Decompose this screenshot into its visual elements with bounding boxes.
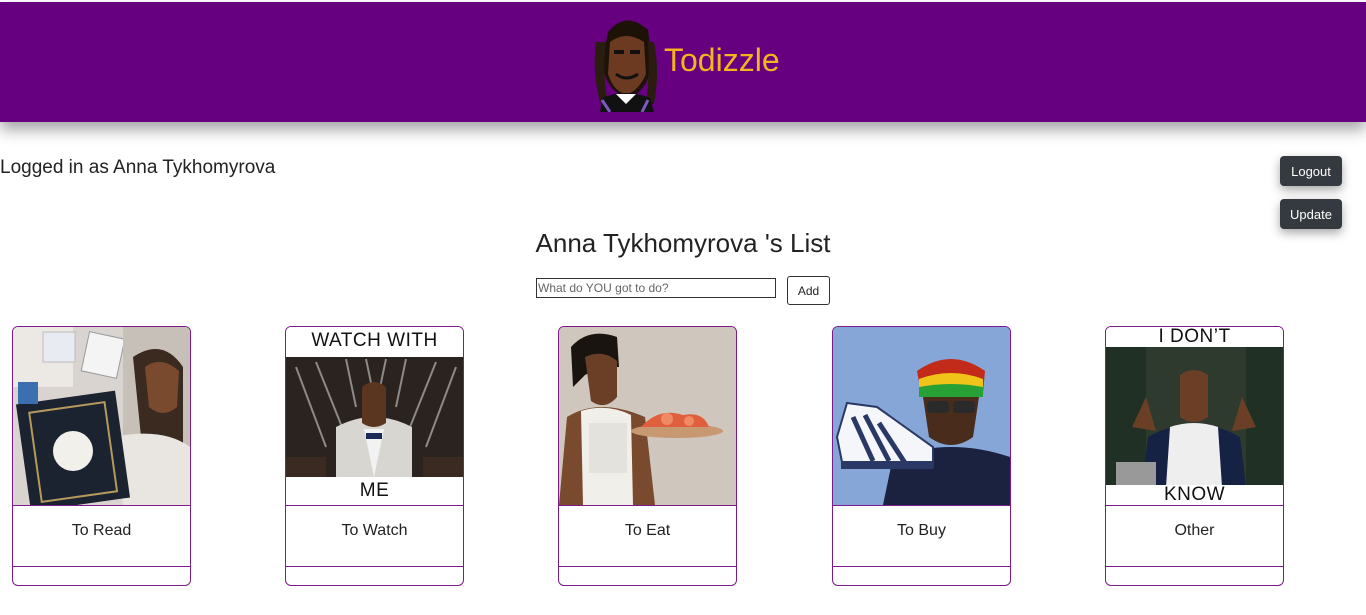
app-header: Todizzle: [0, 2, 1366, 122]
food-platter-photo: [559, 327, 736, 506]
category-label: To Watch: [286, 506, 463, 567]
reading-book-photo: [13, 327, 190, 506]
meme-caption-top: I DON’T: [1106, 327, 1283, 347]
todo-input[interactable]: [536, 278, 776, 298]
meme-caption-bottom: ME: [286, 480, 463, 502]
meme-caption-top: WATCH WITH: [286, 330, 463, 352]
logged-in-status: Logged in as Anna Tykhomyrova: [0, 157, 276, 178]
update-button[interactable]: Update: [1280, 199, 1342, 229]
meme-caption-bottom: KNOW: [1106, 485, 1283, 505]
app-title: Todizzle: [664, 42, 780, 78]
category-card-to-watch[interactable]: WATCH WITH ME To Watch: [285, 326, 464, 586]
category-card-to-eat[interactable]: To Eat: [558, 326, 737, 586]
category-card-to-buy[interactable]: To Buy: [832, 326, 1011, 586]
category-card-other[interactable]: I DON’T KNOW Other: [1105, 326, 1284, 586]
throne-meme: WATCH WITH ME: [286, 327, 463, 506]
shrug-meme: I DON’T KNOW: [1106, 327, 1283, 506]
category-label: To Read: [13, 506, 190, 567]
category-card-to-read[interactable]: To Read: [12, 326, 191, 586]
sneaker-photo: [833, 327, 1010, 506]
category-label: Other: [1106, 506, 1283, 567]
category-label: To Eat: [559, 506, 736, 567]
list-title: Anna Tykhomyrova 's List: [535, 228, 831, 258]
rapper-portrait-icon[interactable]: [588, 12, 664, 113]
category-label: To Buy: [833, 506, 1010, 567]
logout-button[interactable]: Logout: [1280, 156, 1342, 186]
add-button[interactable]: Add: [787, 276, 830, 305]
